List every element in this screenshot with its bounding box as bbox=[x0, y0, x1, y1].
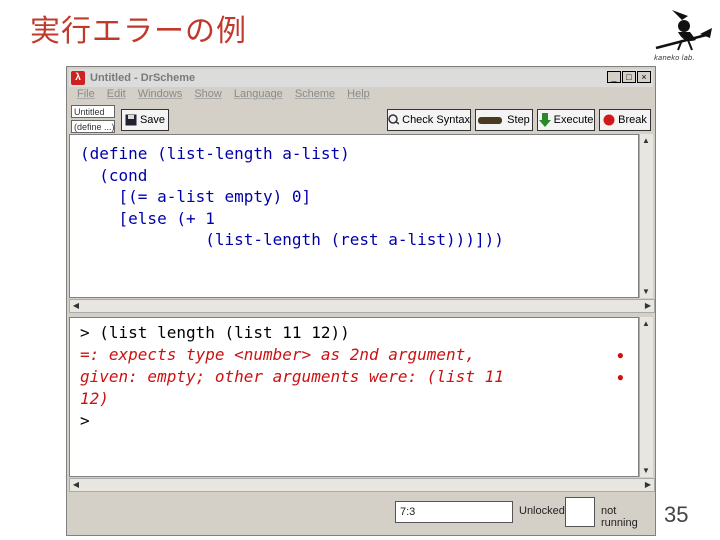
menu-scheme[interactable]: Scheme bbox=[295, 88, 335, 100]
definitions-editor[interactable]: (define (list-length a-list) (cond [(= a… bbox=[69, 134, 639, 298]
error-message-line: =: expects type <number> as 2nd argument… bbox=[80, 345, 475, 364]
page-number: 35 bbox=[664, 502, 689, 527]
editor-vertical-scrollbar[interactable]: ▲ ▼ bbox=[639, 134, 653, 298]
break-button-label: Break bbox=[618, 114, 647, 126]
code-line: (define (list-length a-list) bbox=[80, 144, 350, 163]
repl-horizontal-scrollbar[interactable]: ◀ ▶ bbox=[69, 478, 655, 492]
scroll-left-arrow-icon[interactable]: ◀ bbox=[70, 480, 82, 489]
repl-prompt: > bbox=[80, 411, 90, 430]
maximize-button[interactable]: □ bbox=[622, 71, 636, 83]
lock-status[interactable]: Unlocked bbox=[519, 505, 565, 517]
interactions-repl[interactable]: > (list length (list 11 12)) =: expects … bbox=[69, 317, 639, 477]
running-status: not running bbox=[601, 505, 638, 529]
editor-horizontal-scrollbar[interactable]: ◀ ▶ bbox=[69, 299, 655, 313]
title-bar: λ Untitled - DrScheme _ □ × bbox=[69, 69, 653, 87]
window-title: Untitled - DrScheme bbox=[90, 72, 196, 84]
gc-indicator bbox=[565, 497, 595, 527]
definitions-code: (define (list-length a-list) (cond [(= a… bbox=[70, 135, 638, 259]
define-menu-button[interactable]: (define ...) bbox=[71, 120, 115, 133]
break-button[interactable]: Break bbox=[599, 109, 651, 131]
scroll-up-arrow-icon[interactable]: ▲ bbox=[640, 319, 652, 328]
step-button-label: Step bbox=[507, 114, 530, 126]
check-syntax-label: Check Syntax bbox=[402, 114, 470, 126]
scroll-down-arrow-icon[interactable]: ▼ bbox=[640, 287, 652, 296]
slide-title: 実行エラーの例 bbox=[30, 14, 247, 49]
cursor-position: 7:3 bbox=[395, 501, 513, 523]
menu-help[interactable]: Help bbox=[347, 88, 370, 100]
check-syntax-button[interactable]: Check Syntax bbox=[387, 109, 471, 131]
error-source-icon[interactable]: ● bbox=[617, 348, 624, 362]
menu-windows[interactable]: Windows bbox=[138, 88, 183, 100]
floppy-disk-icon bbox=[125, 114, 137, 126]
scroll-right-arrow-icon[interactable]: ▶ bbox=[642, 480, 654, 489]
footprints-icon bbox=[478, 117, 503, 124]
error-message-line: given: empty; other arguments were: (lis… bbox=[80, 367, 504, 386]
menu-show[interactable]: Show bbox=[194, 88, 222, 100]
repl-text: > (list length (list 11 12)) =: expects … bbox=[70, 318, 638, 436]
save-button-label: Save bbox=[139, 114, 166, 126]
menu-edit[interactable]: Edit bbox=[107, 88, 126, 100]
error-message-line: 12) bbox=[80, 389, 109, 408]
error-trace-icon[interactable]: ● bbox=[617, 370, 624, 384]
window-controls: _ □ × bbox=[607, 71, 651, 83]
minimize-button[interactable]: _ bbox=[607, 71, 621, 83]
step-button[interactable]: Step bbox=[475, 109, 533, 131]
scroll-right-arrow-icon[interactable]: ▶ bbox=[642, 301, 654, 310]
stop-sign-icon bbox=[603, 114, 615, 126]
scroll-down-arrow-icon[interactable]: ▼ bbox=[640, 466, 652, 475]
scroll-left-arrow-icon[interactable]: ◀ bbox=[70, 301, 82, 310]
save-button[interactable]: Save bbox=[121, 109, 169, 131]
close-button[interactable]: × bbox=[637, 71, 651, 83]
code-line: (list-length (rest a-list)))])) bbox=[80, 230, 504, 249]
menu-language[interactable]: Language bbox=[234, 88, 283, 100]
status-bar: 7:3 Unlocked not running bbox=[67, 495, 655, 535]
drscheme-window: λ Untitled - DrScheme _ □ × File Edit Wi… bbox=[66, 66, 656, 536]
code-line: [else (+ 1 bbox=[80, 208, 215, 228]
execute-button-label: Execute bbox=[553, 114, 594, 126]
repl-input-line: > (list length (list 11 12)) bbox=[80, 323, 350, 342]
file-name-button[interactable]: Untitled bbox=[71, 105, 115, 118]
green-arrow-down-icon bbox=[538, 113, 551, 127]
code-line: (cond bbox=[80, 165, 148, 185]
magnifier-icon bbox=[388, 114, 400, 125]
code-line: [(= a-list empty) 0] bbox=[80, 187, 312, 206]
repl-vertical-scrollbar[interactable]: ▲ ▼ bbox=[639, 317, 653, 477]
execute-button[interactable]: Execute bbox=[537, 109, 595, 131]
menu-file[interactable]: File bbox=[77, 88, 95, 100]
drscheme-app-icon: λ bbox=[71, 71, 85, 85]
logo-caption: kaneko lab. bbox=[654, 54, 695, 62]
scroll-up-arrow-icon[interactable]: ▲ bbox=[640, 136, 652, 145]
menu-bar: File Edit Windows Show Language Scheme H… bbox=[77, 88, 370, 100]
